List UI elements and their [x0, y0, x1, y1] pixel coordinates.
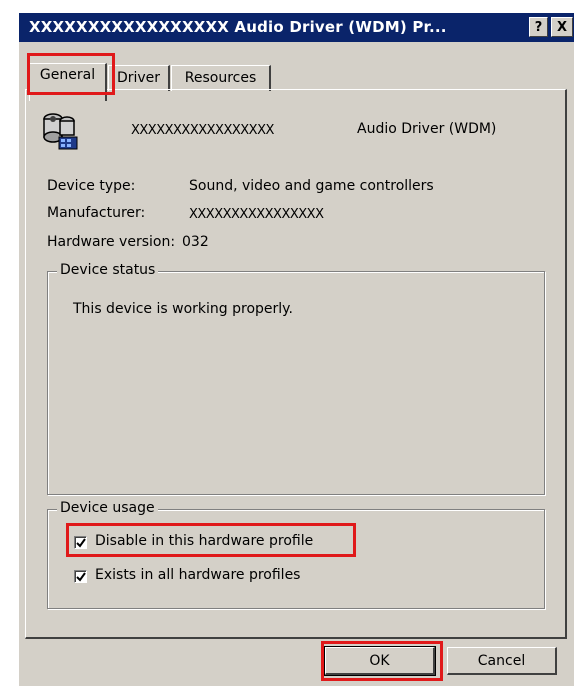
hardware-version-label: Hardware version: — [47, 234, 176, 250]
audio-device-icon — [41, 111, 81, 153]
checkmark-icon — [76, 572, 86, 582]
disable-profile-checkbox[interactable] — [74, 536, 87, 549]
disable-profile-label[interactable]: Disable in this hardware profile — [95, 533, 313, 549]
window-title: XXXXXXXXXXXXXXXXX Audio Driver (WDM) Pr.… — [29, 18, 447, 36]
tab-resources[interactable]: Resources — [171, 65, 271, 91]
tab-driver[interactable]: Driver — [108, 65, 170, 91]
hardware-version-value: 032 — [182, 234, 209, 250]
device-usage-group — [47, 509, 545, 609]
device-name-mask: XXXXXXXXXXXXXXXXX — [131, 123, 274, 138]
device-name: Audio Driver (WDM) — [357, 121, 497, 137]
help-button[interactable]: ? — [529, 17, 548, 37]
cancel-button[interactable]: Cancel — [447, 647, 557, 675]
device-type-label: Device type: — [47, 178, 136, 194]
manufacturer-value: XXXXXXXXXXXXXXXX — [189, 207, 324, 222]
device-properties-dialog: XXXXXXXXXXXXXXXXX Audio Driver (WDM) Pr.… — [18, 12, 574, 686]
exists-all-profiles-label[interactable]: Exists in all hardware profiles — [95, 567, 300, 583]
manufacturer-label: Manufacturer: — [47, 205, 146, 221]
ok-button[interactable]: OK — [324, 646, 436, 676]
device-type-value: Sound, video and game controllers — [189, 178, 434, 194]
title-bar[interactable]: XXXXXXXXXXXXXXXXX Audio Driver (WDM) Pr.… — [19, 13, 574, 42]
exists-all-profiles-checkbox[interactable] — [74, 570, 87, 583]
device-status-legend: Device status — [57, 262, 159, 278]
tab-driver-label: Driver — [116, 70, 161, 86]
tab-general-label: General — [39, 67, 96, 83]
checkmark-icon — [76, 538, 86, 548]
tab-resources-label: Resources — [184, 70, 257, 86]
close-button[interactable]: X — [551, 17, 573, 37]
device-status-text: This device is working properly. — [73, 301, 293, 317]
tab-general[interactable]: General — [29, 63, 107, 101]
device-usage-legend: Device usage — [57, 500, 158, 516]
